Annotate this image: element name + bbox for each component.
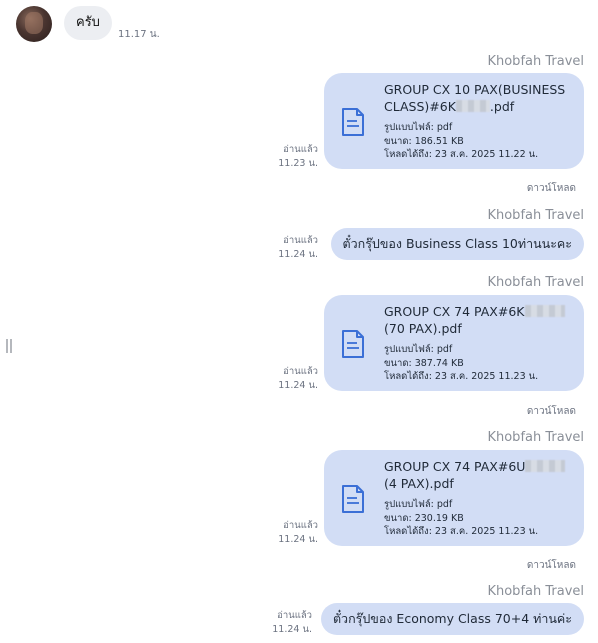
read-status: อ่านแล้ว: [283, 520, 318, 531]
file-name-part: GROUP CX 74 PAX#6K: [384, 304, 525, 319]
read-receipt: อ่านแล้ว 11.23 น.: [258, 143, 318, 171]
resize-handle-icon[interactable]: [6, 339, 12, 353]
file-message-bubble[interactable]: GROUP CX 74 PAX#6U (4 PAX).pdf รูปแบบไฟล์…: [324, 450, 584, 546]
read-receipt: อ่านแล้ว 11.24 น.: [258, 365, 318, 393]
avatar[interactable]: [16, 6, 52, 42]
file-name[interactable]: GROUP CX 10 PAX(BUSINESS CLASS)#6K .pdf: [384, 81, 568, 115]
file-expiry: โหลดได้ถึง: 23 ส.ค. 2025 11.23 น.: [384, 371, 539, 382]
file-size: ขนาด: 186.51 KB: [384, 135, 464, 147]
file-expiry: โหลดได้ถึง: 23 ส.ค. 2025 11.23 น.: [384, 526, 539, 537]
read-status: อ่านแล้ว: [283, 235, 318, 246]
redacted-text: [455, 100, 490, 112]
read-status: อ่านแล้ว: [283, 144, 318, 155]
incoming-message-time: 11.17 น.: [118, 29, 160, 40]
handle-bar: [6, 339, 8, 353]
message-time: 11.24 น.: [278, 534, 318, 545]
file-name-part: GROUP CX 74 PAX#6U: [384, 459, 526, 474]
redacted-text: [524, 305, 565, 317]
handle-bar: [10, 339, 12, 353]
file-size: ขนาด: 230.19 KB: [384, 512, 464, 524]
incoming-message-text: ครับ: [76, 15, 100, 30]
read-receipt: อ่านแล้ว 11.24 น.: [258, 519, 318, 547]
outgoing-message-bubble: ตั๋วกรุ๊ปของ Business Class 10ท่านนะคะ: [330, 228, 584, 260]
file-name-part: (4 PAX).pdf: [384, 476, 454, 491]
file-format: รูปแบบไฟล์: pdf: [384, 344, 453, 355]
incoming-message-bubble: ครับ: [64, 6, 112, 40]
file-name[interactable]: GROUP CX 74 PAX#6K (70 PAX).pdf: [384, 303, 568, 337]
outgoing-message-text: ตั๋วกรุ๊ปของ Business Class 10ท่านนะคะ: [342, 236, 572, 251]
download-link[interactable]: ดาวน์โหลด: [527, 404, 576, 419]
file-meta: รูปแบบไฟล์: pdf ขนาด: 230.19 KB โหลดได้ถ…: [384, 498, 574, 539]
file-name-part: .pdf: [489, 99, 515, 114]
file-message-bubble[interactable]: GROUP CX 10 PAX(BUSINESS CLASS)#6K .pdf ร…: [324, 73, 584, 169]
redacted-text: [525, 460, 566, 472]
outgoing-message-text: ตั๋วกรุ๊ปของ Economy Class 70+4 ท่านค่ะ: [332, 611, 572, 626]
message-time: 11.23 น.: [278, 158, 318, 169]
sender-name: Khobfah Travel: [487, 430, 584, 445]
read-receipt: อ่านแล้ว 11.24 น.: [258, 234, 318, 262]
file-message-bubble[interactable]: GROUP CX 74 PAX#6K (70 PAX).pdf รูปแบบไฟล…: [324, 295, 584, 391]
read-status: อ่านแล้ว: [283, 366, 318, 377]
read-status: อ่านแล้ว: [277, 610, 312, 621]
message-time: 11.24 น.: [278, 249, 318, 260]
file-expiry: โหลดได้ถึง: 23 ส.ค. 2025 11.22 น.: [384, 149, 539, 160]
file-format: รูปแบบไฟล์: pdf: [384, 499, 453, 510]
outgoing-message-bubble: ตั๋วกรุ๊ปของ Economy Class 70+4 ท่านค่ะ: [320, 603, 584, 635]
sender-name: Khobfah Travel: [487, 54, 584, 69]
read-receipt: อ่านแล้ว 11.24 น.: [252, 609, 312, 637]
file-meta: รูปแบบไฟล์: pdf ขนาด: 387.74 KB โหลดได้ถ…: [384, 343, 574, 384]
download-link[interactable]: ดาวน์โหลด: [527, 558, 576, 573]
file-name[interactable]: GROUP CX 74 PAX#6U (4 PAX).pdf: [384, 458, 568, 492]
file-size: ขนาด: 387.74 KB: [384, 357, 464, 369]
file-format: รูปแบบไฟล์: pdf: [384, 122, 453, 133]
sender-name: Khobfah Travel: [487, 208, 584, 223]
document-icon: [340, 484, 366, 514]
message-time: 11.24 น.: [272, 624, 312, 635]
download-link[interactable]: ดาวน์โหลด: [527, 181, 576, 196]
file-meta: รูปแบบไฟล์: pdf ขนาด: 186.51 KB โหลดได้ถ…: [384, 121, 574, 162]
message-time: 11.24 น.: [278, 380, 318, 391]
document-icon: [340, 329, 366, 359]
file-name-part: GROUP CX 10 PAX(BUSINES: [384, 82, 558, 97]
sender-name: Khobfah Travel: [487, 584, 584, 599]
file-name-part: (70 PAX).pdf: [384, 321, 462, 336]
document-icon: [340, 107, 366, 137]
sender-name: Khobfah Travel: [487, 275, 584, 290]
